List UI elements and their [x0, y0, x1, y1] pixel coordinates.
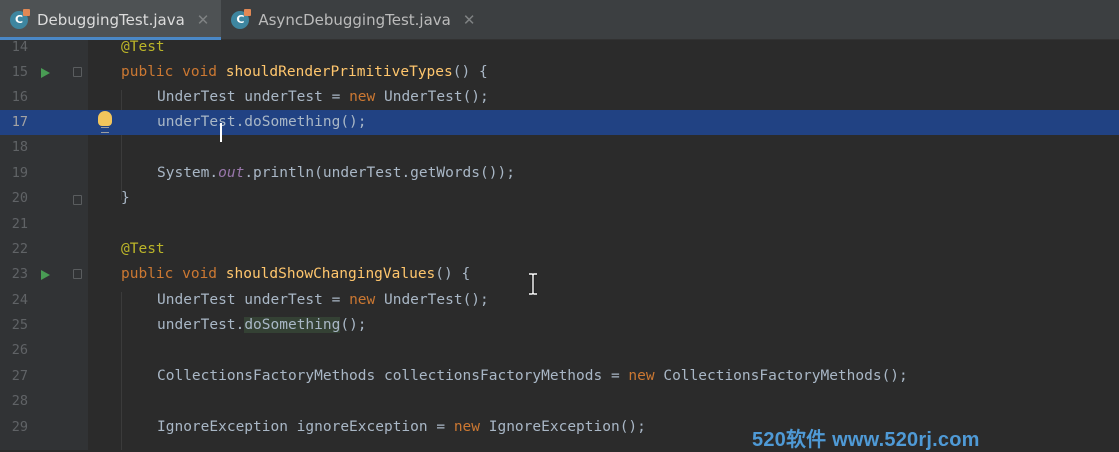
watermark-text: 520软件 www.520rj.com: [752, 429, 980, 451]
fold-icon[interactable]: [73, 67, 82, 77]
code-text: underTest.doSomething();: [157, 114, 367, 130]
code-text: IgnoreException ignoreException = new Ig…: [157, 415, 646, 440]
code-part: ();: [340, 317, 367, 333]
static-field: out: [218, 165, 245, 181]
tab-debuggingtest[interactable]: C DebuggingTest.java ✕: [0, 0, 222, 40]
code-part: IgnoreException();: [480, 419, 646, 435]
code-line[interactable]: 14 @Test: [0, 35, 1119, 60]
code-part: underTest.: [157, 317, 245, 333]
code-part: UnderTest();: [375, 89, 489, 105]
code-line[interactable]: 28: [0, 389, 1119, 414]
run-test-icon[interactable]: [41, 270, 50, 280]
code-text: public void shouldShowChangingValues() {: [121, 262, 470, 287]
code-part: UnderTest underTest =: [157, 292, 350, 308]
lightbulb-icon[interactable]: [98, 111, 112, 133]
code-line[interactable]: 27 CollectionsFactoryMethods collections…: [0, 364, 1119, 389]
close-icon[interactable]: ✕: [463, 11, 476, 29]
text-cursor-icon: [529, 273, 537, 295]
keyword: new: [628, 368, 655, 384]
code-part: CollectionsFactoryMethods collectionsFac…: [157, 368, 629, 384]
line-number: 15: [11, 64, 28, 80]
fold-icon[interactable]: [73, 195, 82, 205]
keyword: new: [349, 89, 376, 105]
line-number: 19: [11, 165, 28, 181]
method-name: shouldShowChangingValues: [225, 266, 436, 282]
line-number: 26: [11, 342, 28, 358]
code-line-current[interactable]: 17 underTest.doSomething();: [0, 110, 1119, 135]
line-number: 23: [11, 266, 28, 282]
line-number: 14: [11, 39, 28, 55]
line-number: 22: [11, 241, 28, 257]
code-text: @Test: [121, 241, 165, 257]
code-text: underTest.doSomething();: [157, 313, 367, 338]
code-line[interactable]: 22 @Test: [0, 237, 1119, 262]
line-number: 16: [11, 89, 28, 105]
code-part: .println(underTest.getWords());: [244, 165, 515, 181]
method-name: shouldRenderPrimitiveTypes: [225, 64, 453, 80]
identifier-usage-highlight: doSomething: [244, 317, 341, 333]
code-line[interactable]: 20 }: [0, 186, 1119, 211]
code-text: System.out.println(underTest.getWords())…: [157, 161, 515, 186]
java-class-icon: C: [231, 8, 252, 29]
code-line[interactable]: 19 System.out.println(underTest.getWords…: [0, 161, 1119, 186]
code-text: public void shouldRenderPrimitiveTypes()…: [121, 60, 488, 85]
code-text: }: [121, 190, 130, 206]
tab-asyncdebuggingtest[interactable]: C AsyncDebuggingTest.java ✕: [221, 0, 487, 39]
code-line[interactable]: 16 UnderTest underTest = new UnderTest()…: [0, 85, 1119, 110]
keyword: new: [453, 419, 481, 435]
line-number: 25: [11, 317, 28, 333]
code-text: UnderTest underTest = new UnderTest();: [157, 288, 489, 313]
line-number: 21: [11, 216, 28, 232]
line-number: 24: [11, 292, 28, 308]
tab-label: DebuggingTest.java: [37, 10, 185, 29]
code-line[interactable]: 18: [0, 135, 1119, 160]
code-part: System.: [157, 165, 219, 181]
editor-tab-bar: C DebuggingTest.java ✕ C AsyncDebuggingT…: [0, 0, 1119, 40]
line-number: 18: [11, 139, 28, 155]
line-number: 20: [11, 190, 28, 206]
line-number: 27: [11, 368, 28, 384]
keyword: public void: [121, 266, 226, 282]
code-line[interactable]: 24 UnderTest underTest = new UnderTest()…: [0, 288, 1119, 313]
code-line[interactable]: 23 public void shouldShowChangingValues(…: [0, 262, 1119, 287]
fold-icon[interactable]: [73, 269, 82, 279]
code-text: CollectionsFactoryMethods collectionsFac…: [157, 364, 908, 389]
code-part: UnderTest();: [375, 292, 489, 308]
line-number: 17: [11, 114, 28, 130]
code-editor[interactable]: 14 @Test 15 public void shouldRenderPrim…: [0, 39, 1119, 450]
code-line[interactable]: 26: [0, 338, 1119, 363]
close-icon[interactable]: ✕: [197, 11, 210, 29]
java-class-icon: C: [10, 8, 30, 29]
code-punct: () {: [435, 266, 471, 282]
code-part: UnderTest underTest =: [157, 89, 350, 105]
keyword: new: [349, 292, 376, 308]
code-line[interactable]: 25 underTest.doSomething();: [0, 313, 1119, 338]
run-test-icon[interactable]: [41, 68, 50, 78]
code-part: IgnoreException ignoreException =: [157, 419, 454, 435]
line-number: 28: [11, 393, 28, 409]
code-line[interactable]: 21: [0, 212, 1119, 237]
code-punct: () {: [452, 64, 488, 80]
keyword: public void: [121, 64, 226, 80]
tab-label: AsyncDebuggingTest.java: [258, 10, 451, 29]
line-number: 29: [11, 419, 28, 435]
code-text: @Test: [121, 39, 165, 55]
code-part: CollectionsFactoryMethods();: [654, 368, 908, 384]
code-text: UnderTest underTest = new UnderTest();: [157, 85, 489, 110]
code-line[interactable]: 15 public void shouldRenderPrimitiveType…: [0, 60, 1119, 85]
